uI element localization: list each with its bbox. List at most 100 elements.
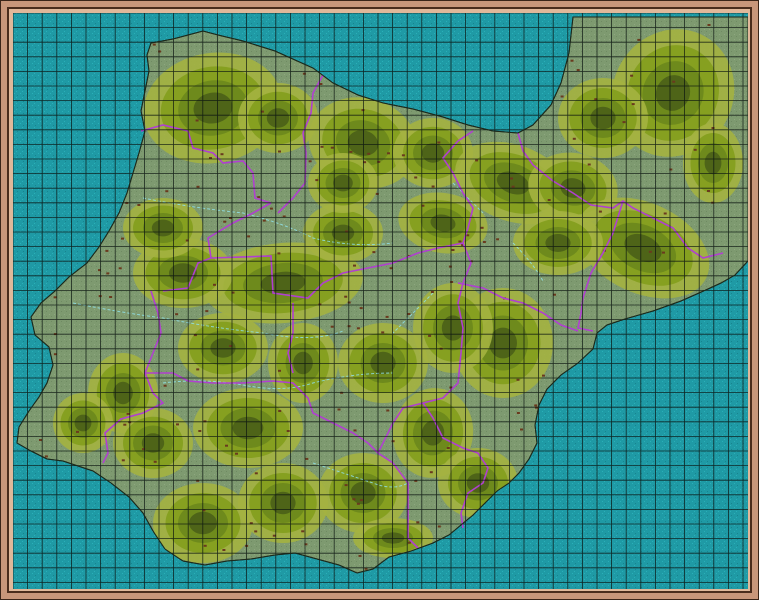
town-icon[interactable] — [381, 331, 385, 334]
town-icon[interactable] — [475, 159, 479, 162]
town-icon[interactable] — [153, 460, 157, 463]
town-icon[interactable] — [330, 325, 334, 328]
town-icon[interactable] — [356, 502, 360, 505]
town-icon[interactable] — [257, 196, 261, 199]
town-icon[interactable] — [707, 24, 711, 26]
town-icon[interactable] — [225, 444, 228, 447]
town-icon[interactable] — [121, 459, 125, 462]
town-icon[interactable] — [301, 530, 305, 533]
town-icon[interactable] — [663, 212, 667, 215]
town-icon[interactable] — [389, 267, 393, 270]
town-icon[interactable] — [520, 428, 523, 431]
town-icon[interactable] — [391, 440, 395, 443]
town-icon[interactable] — [247, 235, 251, 238]
town-icon[interactable] — [542, 374, 545, 377]
town-icon[interactable] — [272, 534, 276, 537]
town-icon[interactable] — [622, 121, 626, 124]
town-icon[interactable] — [516, 378, 520, 381]
town-icon[interactable] — [352, 498, 356, 501]
town-icon[interactable] — [106, 272, 110, 275]
town-icon[interactable] — [359, 499, 363, 502]
town-icon[interactable] — [118, 267, 122, 270]
town-icon[interactable] — [448, 265, 452, 268]
town-icon[interactable] — [672, 80, 676, 83]
town-icon[interactable] — [137, 204, 141, 206]
town-icon[interactable] — [358, 554, 362, 557]
town-icon[interactable] — [302, 72, 306, 75]
town-icon[interactable] — [344, 295, 348, 298]
town-icon[interactable] — [429, 471, 433, 474]
town-icon[interactable] — [121, 237, 124, 240]
town-icon[interactable] — [707, 190, 710, 192]
town-icon[interactable] — [53, 296, 57, 299]
town-icon[interactable] — [152, 43, 156, 46]
town-icon[interactable] — [637, 38, 641, 41]
town-icon[interactable] — [262, 219, 266, 222]
town-icon[interactable] — [560, 95, 564, 98]
town-icon[interactable] — [278, 410, 282, 412]
town-icon[interactable] — [359, 307, 363, 310]
town-icon[interactable] — [44, 455, 48, 458]
town-icon[interactable] — [286, 430, 290, 432]
town-icon[interactable] — [205, 310, 209, 313]
town-icon[interactable] — [662, 251, 665, 254]
town-icon[interactable] — [367, 152, 371, 155]
town-icon[interactable] — [353, 429, 357, 432]
town-icon[interactable] — [430, 291, 434, 293]
town-icon[interactable] — [315, 179, 319, 182]
town-icon[interactable] — [516, 412, 520, 414]
town-icon[interactable] — [466, 234, 470, 237]
town-icon[interactable] — [496, 238, 500, 241]
town-icon[interactable] — [631, 103, 635, 106]
town-icon[interactable] — [163, 384, 167, 387]
town-icon[interactable] — [254, 472, 258, 475]
town-icon[interactable] — [203, 544, 207, 547]
town-icon[interactable] — [235, 452, 238, 455]
town-icon[interactable] — [414, 176, 418, 179]
town-icon[interactable] — [431, 185, 435, 188]
town-icon[interactable] — [482, 241, 486, 243]
town-icon[interactable] — [308, 160, 312, 163]
town-icon[interactable] — [401, 154, 405, 157]
town-icon[interactable] — [572, 137, 576, 140]
town-icon[interactable] — [547, 199, 551, 201]
town-icon[interactable] — [39, 439, 42, 441]
town-icon[interactable] — [407, 541, 411, 544]
town-icon[interactable] — [330, 146, 334, 149]
town-icon[interactable] — [277, 252, 281, 255]
town-icon[interactable] — [437, 141, 441, 144]
town-icon[interactable] — [305, 457, 309, 460]
town-icon[interactable] — [386, 409, 390, 412]
town-icon[interactable] — [510, 177, 513, 180]
town-icon[interactable] — [534, 404, 538, 407]
town-icon[interactable] — [123, 423, 127, 426]
town-icon[interactable] — [347, 301, 351, 304]
town-icon[interactable] — [693, 148, 697, 151]
town-icon[interactable] — [223, 220, 227, 223]
strategy-map-view[interactable] — [13, 13, 748, 589]
town-icon[interactable] — [213, 283, 216, 286]
town-icon[interactable] — [587, 163, 591, 166]
town-icon[interactable] — [320, 145, 324, 148]
town-icon[interactable] — [278, 150, 281, 153]
town-icon[interactable] — [176, 423, 179, 426]
town-icon[interactable] — [458, 240, 462, 243]
town-icon[interactable] — [353, 264, 356, 267]
town-icon[interactable] — [196, 368, 200, 371]
town-icon[interactable] — [576, 69, 580, 71]
town-icon[interactable] — [175, 313, 179, 316]
town-icon[interactable] — [198, 430, 202, 432]
town-icon[interactable] — [385, 315, 389, 318]
town-icon[interactable] — [446, 447, 450, 449]
town-icon[interactable] — [220, 153, 224, 156]
town-icon[interactable] — [416, 521, 420, 524]
town-icon[interactable] — [158, 50, 162, 53]
map-canvas[interactable] — [13, 13, 748, 589]
town-icon[interactable] — [450, 281, 454, 283]
town-icon[interactable] — [511, 185, 515, 188]
town-icon[interactable] — [165, 190, 169, 193]
town-icon[interactable] — [387, 152, 390, 155]
town-icon[interactable] — [337, 408, 341, 411]
town-icon[interactable] — [372, 251, 376, 254]
town-icon[interactable] — [254, 530, 258, 533]
